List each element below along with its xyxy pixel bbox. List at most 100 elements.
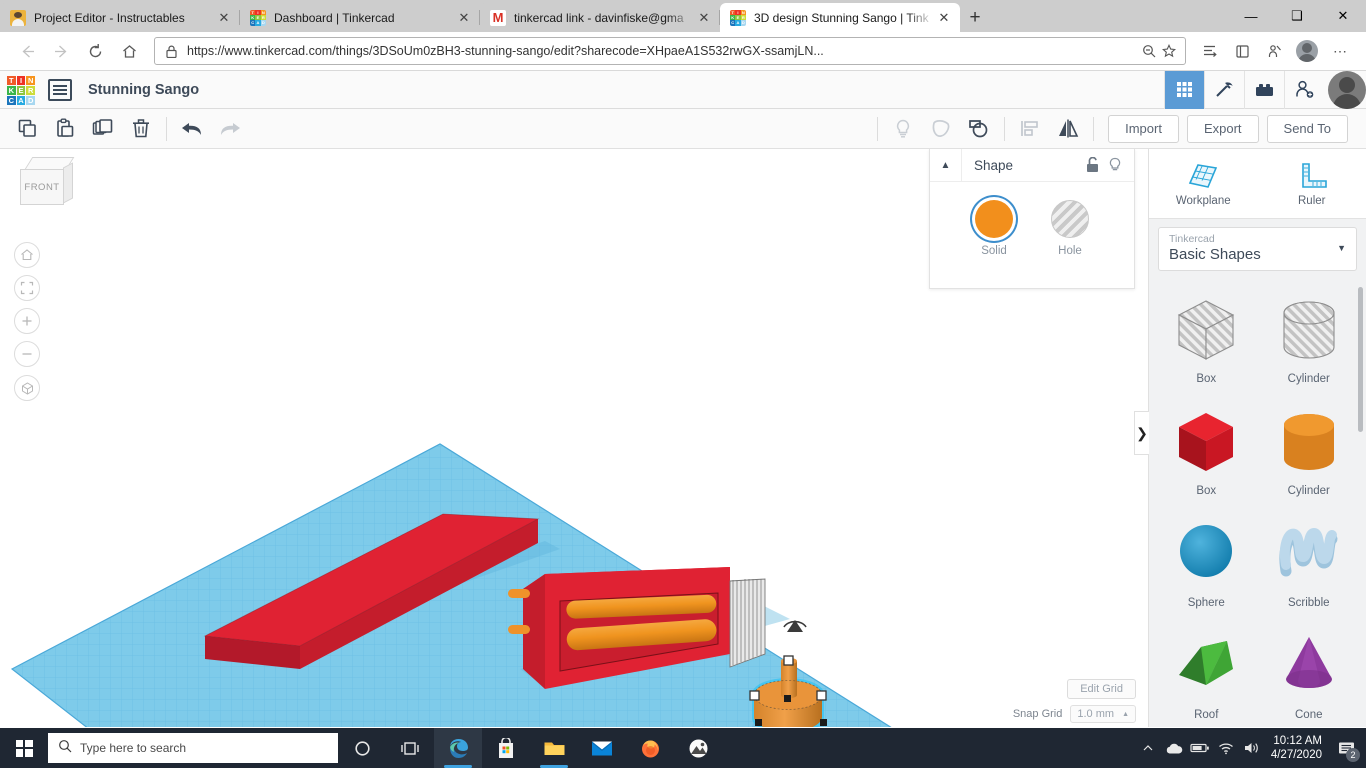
mirror-icon[interactable] [1049, 112, 1087, 146]
group-icon[interactable] [960, 112, 998, 146]
cortana-icon[interactable] [338, 728, 386, 768]
shape-icon[interactable] [922, 112, 960, 146]
add-person-icon[interactable] [1284, 70, 1324, 109]
mail-icon[interactable] [578, 728, 626, 768]
browser-tab-4[interactable]: TINKERCAD 3D design Stunning Sango | Tin… [720, 3, 960, 32]
tab-aside-icon[interactable] [1226, 36, 1258, 66]
tinkercad-logo[interactable]: TIN KER CAD [4, 73, 38, 107]
favorite-star-icon[interactable] [1159, 44, 1179, 58]
browser-tab-2[interactable]: TINKERCAD Dashboard | Tinkercad ✕ [240, 3, 480, 32]
browser-tab-3[interactable]: M tinkercad link - davinfiske@gma ✕ [480, 3, 720, 32]
collections-icon[interactable] [1194, 36, 1226, 66]
action-center-icon[interactable]: 2 [1330, 728, 1362, 768]
immersive-reader-icon[interactable] [1258, 36, 1290, 66]
forward-icon[interactable] [44, 35, 78, 67]
blocks-icon[interactable] [1244, 70, 1284, 109]
shape-item-box[interactable]: Box [1155, 399, 1258, 511]
hole-option[interactable]: Hole [1051, 200, 1089, 257]
minimize-button[interactable]: — [1228, 0, 1274, 32]
close-icon[interactable]: ✕ [934, 8, 954, 28]
search-placeholder: Type here to search [80, 741, 187, 755]
library-selector[interactable]: Tinkercad Basic Shapes ▼ [1158, 227, 1357, 271]
align-icon[interactable] [1011, 112, 1049, 146]
unlock-icon[interactable] [1078, 157, 1106, 173]
sphere-icon [1180, 525, 1233, 577]
shapes-grid[interactable]: Box Cylinder Box Cylinder Sphere Scribbl… [1149, 277, 1366, 727]
paste-icon[interactable] [46, 112, 84, 146]
address-bar[interactable]: https://www.tinkercad.com/things/3DSoUm0… [154, 37, 1186, 65]
chevron-down-icon[interactable]: ▼ [1337, 243, 1346, 253]
shape-item-cylinder[interactable]: Cylinder [1258, 399, 1361, 511]
export-button[interactable]: Export [1186, 114, 1259, 143]
edit-grid-button[interactable]: Edit Grid [1067, 679, 1136, 699]
taskbar-clock[interactable]: 10:12 AM 4/27/2020 [1265, 734, 1330, 762]
solid-option[interactable]: Solid [975, 200, 1013, 257]
microsoft-edge-icon[interactable] [434, 728, 482, 768]
lock-icon [161, 45, 181, 58]
reload-icon[interactable] [78, 35, 112, 67]
redo-icon [211, 112, 249, 146]
browser-tab-1[interactable]: Project Editor - Instructables ✕ [0, 3, 240, 32]
view-cube-front[interactable]: FRONT [20, 169, 64, 205]
close-icon[interactable]: ✕ [694, 8, 714, 28]
ortho-perspective-icon[interactable] [14, 375, 40, 401]
shape-item-hole-cylinder[interactable]: Cylinder [1258, 287, 1361, 399]
firefox-icon[interactable] [626, 728, 674, 768]
volume-icon[interactable] [1239, 728, 1265, 768]
shape-item-sphere[interactable]: Sphere [1155, 511, 1258, 623]
settings-more-icon[interactable]: ⋯ [1324, 36, 1356, 66]
ruler-tool[interactable]: Ruler [1272, 161, 1352, 207]
hole-swatch[interactable] [1051, 200, 1089, 238]
snap-grid-dropdown[interactable]: 1.0 mm ▲ [1070, 705, 1136, 723]
workplane-tool[interactable]: Workplane [1163, 161, 1243, 207]
home-view-icon[interactable] [14, 242, 40, 268]
battery-icon[interactable] [1187, 728, 1213, 768]
close-icon[interactable]: ✕ [454, 8, 474, 28]
close-icon[interactable]: ✕ [214, 8, 234, 28]
grid-view-icon[interactable] [1164, 70, 1204, 109]
shape-item-roof[interactable]: Roof [1155, 623, 1258, 727]
solid-swatch[interactable] [975, 200, 1013, 238]
view-cube[interactable]: FRONT [20, 157, 76, 209]
home-icon[interactable] [112, 35, 146, 67]
lightbulb-icon[interactable] [884, 112, 922, 146]
file-explorer-icon[interactable] [530, 728, 578, 768]
chevron-right-icon[interactable]: ❯ [1134, 411, 1149, 455]
back-icon[interactable] [10, 35, 44, 67]
fit-view-icon[interactable] [14, 275, 40, 301]
microsoft-store-icon[interactable] [482, 728, 530, 768]
shapes-scrollbar[interactable] [1358, 287, 1363, 432]
zoom-out-icon[interactable] [1139, 44, 1159, 58]
task-view-icon[interactable] [386, 728, 434, 768]
tab-title: Project Editor - Instructables [34, 10, 185, 25]
undo-icon[interactable] [173, 112, 211, 146]
view-cube-side[interactable] [63, 162, 73, 204]
chevron-up-icon[interactable]: ▲ [930, 149, 962, 182]
close-window-button[interactable]: ✕ [1320, 0, 1366, 32]
project-list-icon[interactable] [48, 78, 72, 101]
browser-profile-avatar[interactable] [1296, 40, 1318, 62]
copy-icon[interactable] [8, 112, 46, 146]
shape-item-cone[interactable]: Cone [1258, 623, 1361, 727]
shape-item-scribble[interactable]: Scribble [1258, 511, 1361, 623]
wifi-icon[interactable] [1213, 728, 1239, 768]
photos-icon[interactable] [674, 728, 722, 768]
import-button[interactable]: Import [1108, 114, 1179, 143]
send-to-button[interactable]: Send To [1266, 114, 1348, 143]
shape-label: Cylinder [1287, 373, 1330, 385]
account-avatar[interactable] [1328, 70, 1366, 109]
lightbulb-icon[interactable] [1106, 157, 1134, 173]
tools-icon[interactable] [1204, 70, 1244, 109]
zoom-out-icon[interactable] [14, 341, 40, 367]
shape-item-hole-box[interactable]: Box [1155, 287, 1258, 399]
windows-start-icon[interactable] [0, 728, 48, 768]
duplicate-icon[interactable] [84, 112, 122, 146]
onedrive-icon[interactable] [1161, 728, 1187, 768]
maximize-button[interactable]: ❑ [1274, 0, 1320, 32]
delete-icon[interactable] [122, 112, 160, 146]
zoom-in-icon[interactable] [14, 308, 40, 334]
show-hidden-icons-chevron[interactable] [1135, 728, 1161, 768]
new-tab-button[interactable]: + [960, 4, 990, 32]
search-input[interactable]: Type here to search [48, 733, 338, 763]
design-canvas[interactable]: FRONT Edit Grid Snap Grid 1.0 mm ▲ ▲ Sha… [0, 149, 1148, 727]
